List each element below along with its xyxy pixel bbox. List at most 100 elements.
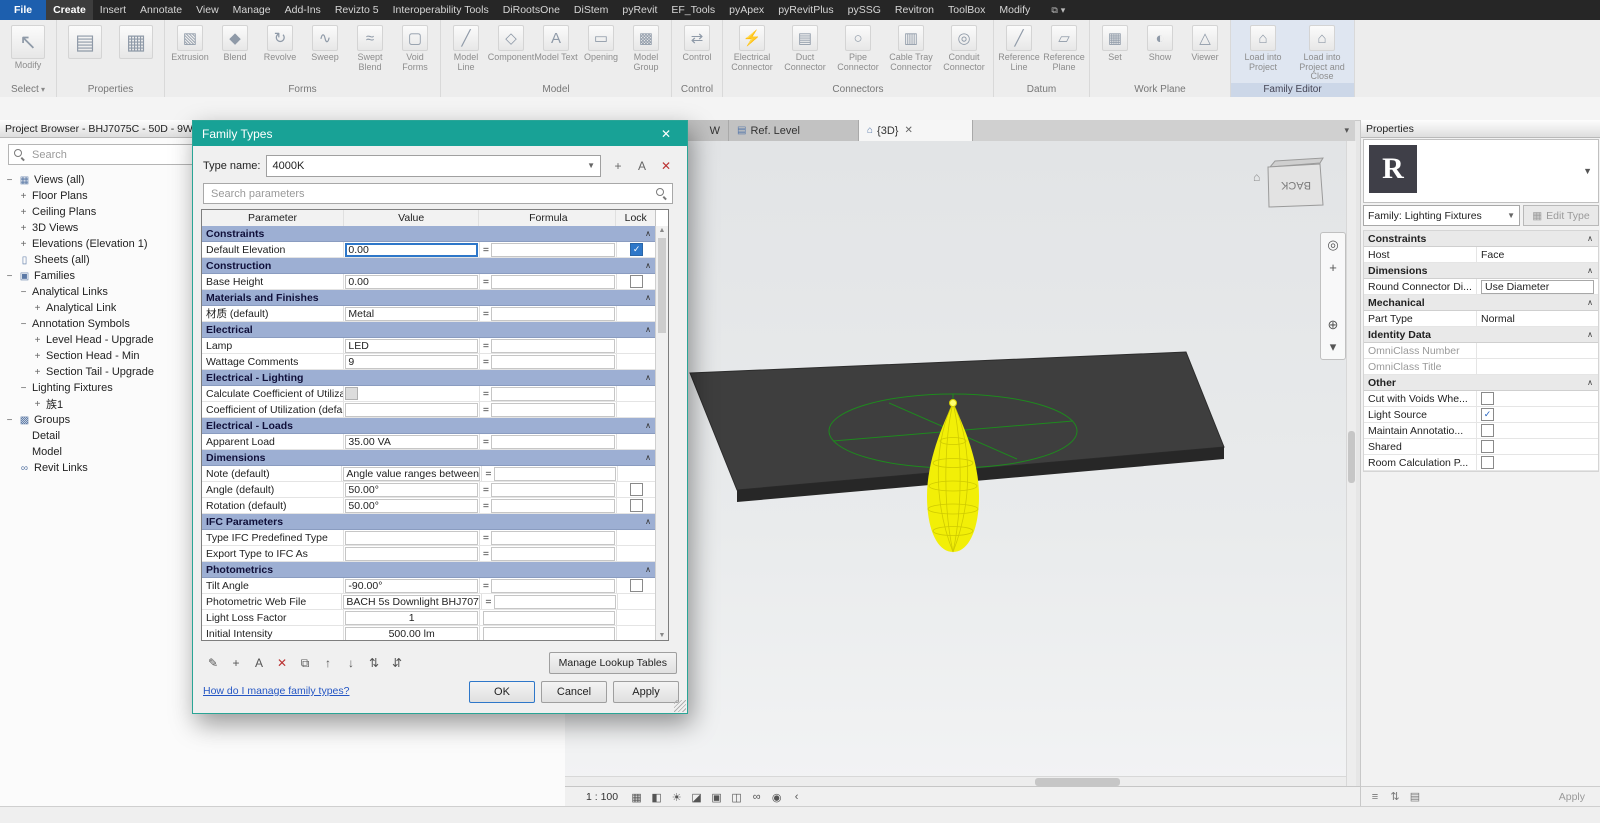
property-row-room-calculation-p[interactable]: Room Calculation P... — [1364, 455, 1598, 471]
parameter-section-materials-and-finishes[interactable]: Materials and Finishes∧ — [202, 290, 656, 306]
shadows-icon[interactable]: ◪ — [688, 790, 705, 805]
tool-electrical-connector[interactable]: ⚡Electrical Connector — [726, 23, 778, 72]
resize-grip[interactable] — [674, 700, 686, 712]
type-selector[interactable]: R ▼ — [1363, 139, 1599, 203]
menu-tab-revitron[interactable]: Revitron — [888, 0, 941, 20]
parameter-row-tilt-angle[interactable]: Tilt Angle-90.00°= — [202, 578, 656, 594]
tool-reference-line[interactable]: ╱Reference Line — [997, 23, 1041, 72]
tool-revolve[interactable]: ↻Revolve — [258, 23, 302, 63]
formula-cell[interactable]: = — [480, 402, 617, 417]
formula-cell[interactable]: = — [480, 482, 617, 497]
tree-expander-icon[interactable]: − — [4, 271, 15, 282]
close-tab-icon[interactable]: ✕ — [904, 125, 912, 136]
menu-tab-toolbox[interactable]: ToolBox — [941, 0, 992, 20]
formula-cell[interactable]: = — [480, 242, 617, 257]
collapse-icon[interactable]: ∧ — [645, 373, 651, 382]
tool-opening[interactable]: ▭Opening — [579, 23, 623, 63]
collapse-icon[interactable]: ∧ — [645, 229, 651, 238]
tree-item-groups[interactable]: −▩Groups — [4, 412, 194, 428]
formula-field[interactable] — [483, 611, 615, 625]
value-field[interactable]: 50.00° — [345, 499, 477, 513]
tree-item-3d-views[interactable]: +3D Views — [4, 220, 194, 236]
search-input[interactable] — [30, 148, 192, 162]
tool-model-group[interactable]: ▩Model Group — [624, 23, 668, 72]
tool-pipe-connector[interactable]: ○Pipe Connector — [832, 23, 884, 72]
collapse-icon[interactable]: ∧ — [1587, 234, 1593, 243]
horizontal-scrollbar-thumb[interactable] — [1035, 778, 1120, 786]
property-group-identity-data[interactable]: Identity Data∧ — [1364, 327, 1598, 343]
menu-tab-distem[interactable]: DiStem — [567, 0, 615, 20]
move-up-icon[interactable]: ↑ — [318, 654, 338, 672]
tree-item-views-all[interactable]: −▦Views (all) — [4, 172, 194, 188]
menu-tab-create[interactable]: Create — [46, 0, 93, 20]
value-field[interactable]: 1 — [345, 611, 477, 625]
formula-field[interactable] — [494, 595, 616, 609]
property-row-omniclass-number[interactable]: OmniClass Number — [1364, 343, 1598, 359]
ok-button[interactable]: OK — [469, 681, 535, 703]
parameter-section-photometrics[interactable]: Photometrics∧ — [202, 562, 656, 578]
new-parameter-icon[interactable]: + — [226, 654, 246, 672]
reveal-hidden-elements-icon[interactable]: ◉ — [768, 790, 785, 805]
property-checkbox[interactable] — [1481, 440, 1494, 453]
menu-tab-pyrevit[interactable]: pyRevit — [615, 0, 664, 20]
tree-item-section-tail-upgrade[interactable]: +Section Tail - Upgrade — [4, 364, 194, 380]
tool-properties[interactable]: ▤ — [60, 23, 110, 59]
property-row-part-type[interactable]: Part TypeNormal — [1364, 311, 1598, 327]
tool-model-line[interactable]: ╱Model Line — [444, 23, 488, 72]
lock-checkbox[interactable] — [630, 483, 643, 496]
formula-cell[interactable]: = — [480, 338, 617, 353]
value-checkbox[interactable] — [345, 387, 358, 400]
collapse-icon[interactable]: ∧ — [645, 517, 651, 526]
formula-field[interactable] — [491, 547, 615, 561]
collapse-icon[interactable]: ∧ — [645, 293, 651, 302]
tree-item-section-head-min[interactable]: +Section Head - Min — [4, 348, 194, 364]
tree-expander-icon[interactable]: − — [18, 287, 29, 298]
property-checkbox[interactable] — [1481, 392, 1494, 405]
table-scrollbar-thumb[interactable] — [658, 238, 666, 333]
lock-checkbox[interactable] — [630, 499, 643, 512]
parameter-section-constraints[interactable]: Constraints∧ — [202, 226, 656, 242]
parameter-section-dimensions[interactable]: Dimensions∧ — [202, 450, 656, 466]
value-field[interactable]: -90.00° — [345, 579, 477, 593]
menu-tab-view[interactable]: View — [189, 0, 226, 20]
tree-item-level-head-upgrade[interactable]: +Level Head - Upgrade — [4, 332, 194, 348]
menu-tab-dirootsone[interactable]: DiRootsOne — [496, 0, 567, 20]
tree-item-analytical-link[interactable]: +Analytical Link — [4, 300, 194, 316]
formula-field[interactable] — [491, 579, 615, 593]
tree-expander-icon[interactable]: + — [18, 207, 29, 218]
property-row-cut-with-voids-whe[interactable]: Cut with Voids Whe... — [1364, 391, 1598, 407]
collapse-bar-icon[interactable]: ‹ — [788, 790, 805, 805]
properties-header[interactable]: Properties — [1361, 120, 1600, 138]
menu-tab-modify[interactable]: Modify — [992, 0, 1037, 20]
parameter-row-type-ifc-predefined-type[interactable]: Type IFC Predefined Type= — [202, 530, 656, 546]
formula-field[interactable] — [491, 531, 615, 545]
tool-control[interactable]: ⇄Control — [675, 23, 719, 63]
pan-icon[interactable]: + — [1323, 257, 1343, 277]
tool-swept-blend[interactable]: ≈Swept Blend — [348, 23, 392, 72]
manage-lookup-tables-button[interactable]: Manage Lookup Tables — [549, 652, 677, 674]
tool-reference-plane[interactable]: ▱Reference Plane — [1042, 23, 1086, 72]
tool-load-into-project[interactable]: ⌂Load into Project — [1234, 23, 1292, 72]
tool-blend[interactable]: ◆Blend — [213, 23, 257, 63]
formula-field[interactable] — [483, 627, 615, 641]
menu-tab-manage[interactable]: Manage — [226, 0, 278, 20]
collapse-icon[interactable]: ∧ — [1587, 378, 1593, 387]
edit-parameter-icon[interactable]: ✎ — [203, 654, 223, 672]
delete-type-icon[interactable]: ✕ — [655, 156, 677, 176]
parameter-row-angle-default[interactable]: Angle (default)50.00°= — [202, 482, 656, 498]
property-group-other[interactable]: Other∧ — [1364, 375, 1598, 391]
view-cube[interactable]: BACK — [1268, 158, 1323, 207]
tool-duct-connector[interactable]: ▤Duct Connector — [779, 23, 831, 72]
formula-cell[interactable]: = — [480, 578, 617, 593]
formula-cell[interactable]: = — [480, 546, 617, 561]
home-icon[interactable]: ⌂ — [1253, 170, 1260, 184]
tree-expander-icon[interactable]: − — [18, 319, 29, 330]
parameter-section-ifc-parameters[interactable]: IFC Parameters∧ — [202, 514, 656, 530]
value-field[interactable]: 50.00° — [345, 483, 477, 497]
menu-tab-ef-tools[interactable]: EF_Tools — [664, 0, 722, 20]
collapse-icon[interactable]: ∧ — [645, 565, 651, 574]
formula-field[interactable] — [491, 307, 615, 321]
sort-ascending-icon[interactable]: ⇅ — [364, 654, 384, 672]
property-row-omniclass-title[interactable]: OmniClass Title — [1364, 359, 1598, 375]
collapse-icon[interactable]: ∧ — [645, 453, 651, 462]
